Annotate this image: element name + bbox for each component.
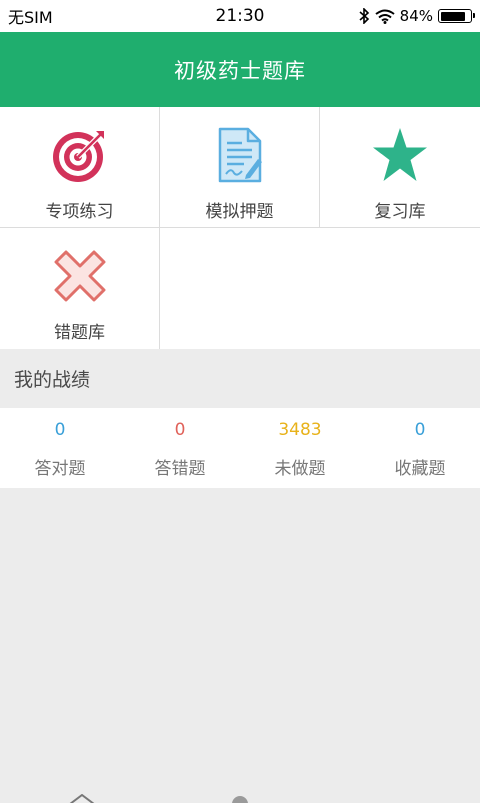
stat-undone[interactable]: 3483 未做题 [240, 408, 360, 488]
stat-value: 0 [54, 420, 66, 440]
stat-favorites[interactable]: 0 收藏题 [360, 408, 480, 488]
carrier-text: 无SIM [8, 8, 53, 27]
record-title: 我的战绩 [14, 369, 91, 391]
menu-item-mock-exam[interactable]: 模拟押题 [160, 107, 320, 228]
wifi-icon [375, 9, 395, 24]
stat-value: 0 [414, 420, 426, 440]
star-icon [373, 128, 427, 181]
stat-label: 答错题 [154, 459, 206, 479]
menu-item-label: 模拟押题 [205, 202, 274, 222]
bluetooth-icon [359, 8, 369, 24]
home-icon[interactable] [68, 794, 96, 803]
menu-item-review-bank[interactable]: 复习库 [320, 107, 480, 228]
stat-wrong[interactable]: 0 答错题 [120, 408, 240, 488]
menu-item-wrong-bank[interactable]: 错题库 [0, 228, 160, 349]
stat-label: 收藏题 [394, 459, 446, 479]
battery-level [440, 11, 465, 21]
menu-grid: 专项练习 模拟押题 复习库 错题库 [0, 107, 480, 349]
bottom-tab-bar [0, 790, 480, 803]
page-title: 初级药士题库 [174, 58, 306, 83]
stat-value: 3483 [278, 420, 322, 440]
status-bar: 无SIM 21:30 84% [0, 0, 480, 32]
battery-percent: 84% [399, 7, 433, 25]
target-icon [52, 131, 104, 182]
profile-icon[interactable] [230, 796, 250, 803]
app-header: 初级药士题库 [0, 32, 480, 107]
stat-label: 答对题 [34, 459, 86, 479]
menu-item-special-practice[interactable]: 专项练习 [0, 107, 160, 228]
menu-item-label: 复习库 [374, 202, 426, 222]
stat-value: 0 [174, 420, 186, 440]
battery-icon [438, 9, 475, 23]
record-section-header: 我的战绩 [0, 349, 480, 408]
menu-item-label: 错题库 [54, 323, 105, 343]
stat-label: 未做题 [274, 459, 326, 479]
x-cross-icon [54, 250, 105, 302]
menu-item-label: 专项练习 [45, 202, 114, 222]
stat-correct[interactable]: 0 答对题 [0, 408, 120, 488]
stats-row: 0 答对题 0 答错题 3483 未做题 0 收藏题 [0, 408, 480, 488]
document-pen-icon [218, 127, 262, 183]
status-icons: 84% [358, 7, 475, 25]
